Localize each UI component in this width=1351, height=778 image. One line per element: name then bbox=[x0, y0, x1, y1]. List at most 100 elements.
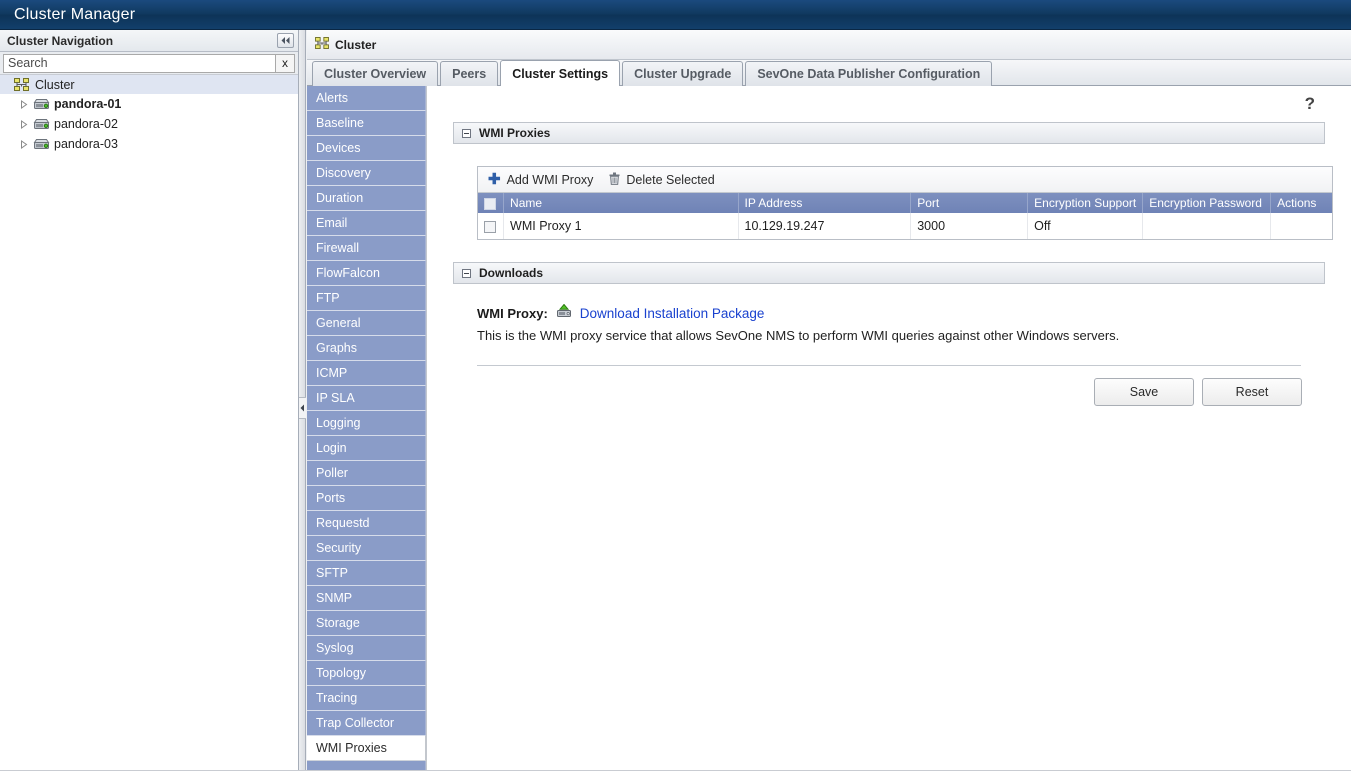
column-header-port[interactable]: Port bbox=[910, 193, 1029, 213]
tree-node-pandora-02[interactable]: pandora-02 bbox=[0, 114, 298, 134]
reset-button[interactable]: Reset bbox=[1202, 378, 1302, 406]
downloads-section-header: Downloads bbox=[453, 262, 1325, 284]
tree-node-pandora-03[interactable]: pandora-03 bbox=[0, 134, 298, 154]
expand-triangle-icon[interactable] bbox=[20, 99, 33, 109]
settings-menu-item-general[interactable]: General bbox=[307, 311, 426, 336]
server-icon bbox=[33, 118, 52, 130]
settings-menu-item-alerts[interactable]: Alerts bbox=[307, 86, 426, 111]
settings-panel-area: Alerts Baseline Devices Discovery Durati… bbox=[307, 86, 1351, 778]
settings-menu-item-snmp[interactable]: SNMP bbox=[307, 586, 426, 611]
app-title: Cluster Manager bbox=[14, 5, 136, 23]
chevron-left-icon bbox=[300, 404, 304, 412]
settings-menu-item-duration[interactable]: Duration bbox=[307, 186, 426, 211]
settings-menu-item-ports[interactable]: Ports bbox=[307, 486, 426, 511]
save-button[interactable]: Save bbox=[1094, 378, 1194, 406]
breadcrumb: Cluster bbox=[307, 30, 1351, 60]
delete-selected-button[interactable]: Delete Selected bbox=[609, 172, 715, 188]
settings-menu-item-icmp[interactable]: ICMP bbox=[307, 361, 426, 386]
add-wmi-proxy-label: Add WMI Proxy bbox=[506, 172, 594, 187]
settings-menu: Alerts Baseline Devices Discovery Durati… bbox=[307, 86, 427, 778]
help-icon[interactable]: ? bbox=[1305, 95, 1315, 112]
cluster-icon bbox=[14, 78, 33, 91]
collapse-toggle-icon[interactable] bbox=[462, 128, 471, 138]
settings-menu-item-ftp[interactable]: FTP bbox=[307, 286, 426, 311]
settings-menu-item-devices[interactable]: Devices bbox=[307, 136, 426, 161]
row-checkbox[interactable] bbox=[484, 220, 496, 233]
select-all-header bbox=[478, 193, 505, 213]
tab-peers[interactable]: Peers bbox=[440, 61, 499, 86]
tab-sevone-data-publisher-configuration[interactable]: SevOne Data Publisher Configuration bbox=[745, 61, 993, 86]
content-area: Cluster Cluster Overview Peers Cluster S… bbox=[307, 30, 1351, 778]
add-wmi-proxy-button[interactable]: ✚ Add WMI Proxy bbox=[488, 172, 593, 187]
tree-node-cluster[interactable]: Cluster bbox=[0, 75, 298, 94]
expand-triangle-icon[interactable] bbox=[20, 139, 33, 149]
cluster-navigation-title: Cluster Navigation bbox=[7, 33, 114, 48]
settings-menu-item-poller[interactable]: Poller bbox=[307, 461, 426, 486]
server-icon-glyph bbox=[33, 119, 50, 129]
splitter-collapse-handle[interactable] bbox=[299, 397, 306, 419]
tab-cluster-settings[interactable]: Cluster Settings bbox=[500, 60, 621, 86]
settings-menu-item-syslog[interactable]: Syslog bbox=[307, 636, 426, 661]
tree-node-label: Cluster bbox=[35, 77, 75, 92]
column-header-actions[interactable]: Actions bbox=[1270, 193, 1332, 213]
search-clear-button[interactable]: x bbox=[275, 53, 295, 73]
expand-triangle-icon[interactable] bbox=[20, 119, 33, 129]
section-title: Downloads bbox=[479, 266, 544, 280]
panel-splitter[interactable] bbox=[299, 30, 306, 778]
settings-menu-item-login[interactable]: Login bbox=[307, 436, 426, 461]
settings-menu-item-discovery[interactable]: Discovery bbox=[307, 161, 426, 186]
column-header-ip-address[interactable]: IP Address bbox=[738, 193, 912, 213]
wmi-proxies-table: Name IP Address Port Encryption Support … bbox=[478, 193, 1332, 239]
download-description: This is the WMI proxy service that allow… bbox=[477, 328, 1120, 343]
settings-menu-item-logging[interactable]: Logging bbox=[307, 411, 426, 436]
settings-menu-item-requestd[interactable]: Requestd bbox=[307, 511, 426, 536]
server-icon-glyph bbox=[33, 99, 50, 109]
settings-menu-item-storage[interactable]: Storage bbox=[307, 611, 426, 636]
download-item-label: WMI Proxy: bbox=[477, 305, 548, 321]
column-header-name[interactable]: Name bbox=[503, 193, 739, 213]
cell-port: 3000 bbox=[910, 213, 1029, 239]
double-chevron-left-icon[interactable] bbox=[277, 33, 294, 48]
download-installation-package-link[interactable]: Download Installation Package bbox=[580, 306, 765, 321]
settings-menu-item-topology[interactable]: Topology bbox=[307, 661, 426, 686]
server-icon-glyph bbox=[33, 139, 50, 149]
row-select-cell bbox=[478, 213, 505, 239]
delete-selected-label: Delete Selected bbox=[626, 172, 715, 187]
tab-cluster-overview[interactable]: Cluster Overview bbox=[312, 61, 439, 86]
settings-menu-item-sftp[interactable]: SFTP bbox=[307, 561, 426, 586]
cell-encryption-support: Off bbox=[1027, 213, 1144, 239]
select-all-checkbox[interactable] bbox=[484, 197, 496, 210]
server-icon bbox=[33, 138, 52, 150]
settings-menu-item-email[interactable]: Email bbox=[307, 211, 426, 236]
cell-encryption-password bbox=[1142, 213, 1272, 239]
settings-menu-item-graphs[interactable]: Graphs bbox=[307, 336, 426, 361]
table-header-row: Name IP Address Port Encryption Support … bbox=[478, 193, 1332, 213]
column-header-encryption-support[interactable]: Encryption Support bbox=[1027, 193, 1144, 213]
help-row: ? bbox=[453, 86, 1325, 120]
footer-buttons: Save Reset bbox=[453, 378, 1325, 406]
settings-menu-item-tracing[interactable]: Tracing bbox=[307, 686, 426, 711]
settings-menu-item-wmi-proxies[interactable]: WMI Proxies bbox=[307, 736, 426, 761]
collapse-toggle-icon[interactable] bbox=[462, 268, 471, 278]
download-drive-icon bbox=[556, 303, 572, 322]
footer-divider bbox=[477, 365, 1301, 366]
column-header-encryption-password[interactable]: Encryption Password bbox=[1142, 193, 1272, 213]
settings-menu-item-flowfalcon[interactable]: FlowFalcon bbox=[307, 261, 426, 286]
tree-node-pandora-01[interactable]: pandora-01 bbox=[0, 94, 298, 114]
settings-menu-item-security[interactable]: Security bbox=[307, 536, 426, 561]
triangle-right-glyph bbox=[21, 99, 28, 109]
search-input[interactable] bbox=[3, 53, 275, 73]
tab-bar: Cluster Overview Peers Cluster Settings … bbox=[307, 60, 1351, 86]
settings-menu-item-ip-sla[interactable]: IP SLA bbox=[307, 386, 426, 411]
settings-menu-item-trap-collector[interactable]: Trap Collector bbox=[307, 711, 426, 736]
table-row[interactable]: WMI Proxy 1 10.129.19.247 3000 Off bbox=[478, 213, 1332, 239]
settings-menu-item-firewall[interactable]: Firewall bbox=[307, 236, 426, 261]
tab-cluster-upgrade[interactable]: Cluster Upgrade bbox=[622, 61, 744, 86]
server-icon bbox=[33, 98, 52, 110]
cluster-tree: Cluster pandora-01 pandora-02 pandora-03 bbox=[0, 75, 298, 154]
tree-node-label: pandora-03 bbox=[54, 137, 118, 151]
settings-menu-item-baseline[interactable]: Baseline bbox=[307, 111, 426, 136]
downloads-body: WMI Proxy: Download Installation Package… bbox=[477, 303, 1325, 343]
tree-node-label: pandora-01 bbox=[54, 97, 122, 111]
wmi-proxies-grid: ✚ Add WMI Proxy Delete Selected Name IP … bbox=[477, 166, 1333, 240]
